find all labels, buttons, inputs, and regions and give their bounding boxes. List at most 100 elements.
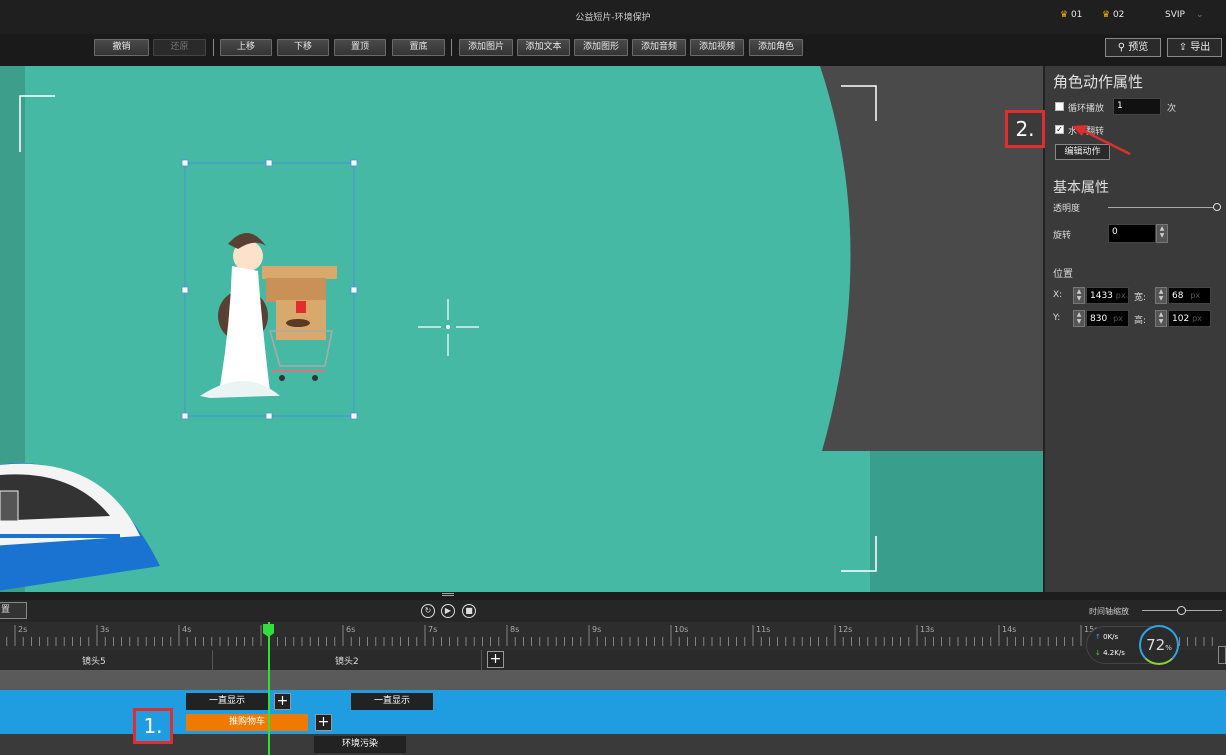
role-track: 一直显示 + 一直显示 推购物车 + bbox=[0, 690, 1226, 734]
to-bottom-button[interactable]: 置底 bbox=[392, 39, 445, 56]
annotation-step-2: 2. bbox=[1005, 110, 1045, 148]
download-arrow-icon: ↓ bbox=[1095, 649, 1101, 657]
divider-grip-icon[interactable] bbox=[442, 593, 454, 596]
width-value: 68 bbox=[1172, 291, 1184, 301]
y-spinner[interactable]: ▲ ▼ bbox=[1073, 310, 1085, 327]
x-input[interactable]: 1433 px bbox=[1086, 287, 1129, 304]
export-button[interactable]: ⇪ 导出 bbox=[1167, 38, 1222, 57]
add-clip-button-1[interactable]: + bbox=[274, 693, 291, 710]
x-spinner[interactable]: ▲ ▼ bbox=[1073, 287, 1085, 304]
shot-track: 镜头5 镜头2 + bbox=[0, 650, 1226, 670]
add-shape-button[interactable]: 添加图形 bbox=[574, 39, 628, 56]
move-down-button[interactable]: 下移 bbox=[277, 39, 329, 56]
canvas-drawing bbox=[0, 66, 1043, 592]
x-value: 1433 bbox=[1090, 291, 1113, 301]
y-label: Y: bbox=[1053, 313, 1061, 323]
gauge-value: 72 bbox=[1146, 636, 1166, 654]
vip-label[interactable]: SVIP bbox=[1165, 10, 1185, 20]
ruler-tick-label: 12s bbox=[838, 625, 853, 634]
opacity-slider-handle[interactable] bbox=[1213, 203, 1221, 211]
time-ruler[interactable]: 2s3s4s5s6s7s8s9s10s11s12s13s14s15s bbox=[0, 622, 1226, 650]
add-shot-button[interactable]: + bbox=[487, 651, 504, 668]
add-image-button[interactable]: 添加图片 bbox=[459, 39, 513, 56]
rotate-spinner[interactable]: ▲ ▼ bbox=[1156, 224, 1168, 243]
height-input[interactable]: 102 px bbox=[1168, 310, 1211, 327]
export-label: 导出 bbox=[1190, 42, 1211, 53]
ruler-tick-label: 8s bbox=[510, 625, 520, 634]
ruler-tick-label: 13s bbox=[920, 625, 935, 634]
play-icon[interactable]: ▶ bbox=[441, 604, 455, 618]
x-unit: px bbox=[1115, 291, 1126, 300]
badge-2: ♛ 02 bbox=[1102, 10, 1124, 20]
timeline-controls: 置 ↻ ▶ ■ 时间轴缩放 bbox=[0, 600, 1226, 622]
preview-button[interactable]: ⚲ 预览 bbox=[1105, 38, 1161, 57]
badge-2-count: 02 bbox=[1112, 10, 1125, 20]
height-spinner[interactable]: ▲ ▼ bbox=[1155, 310, 1167, 327]
opacity-slider-track[interactable] bbox=[1108, 207, 1218, 208]
annotation-step-1: 1. bbox=[133, 708, 173, 744]
chevron-down-icon[interactable]: ⌄ bbox=[1196, 10, 1204, 20]
basic-properties-title: 基本属性 bbox=[1053, 180, 1109, 196]
shot-clip-a[interactable] bbox=[0, 650, 213, 670]
add-clip-button-2[interactable]: + bbox=[315, 714, 332, 731]
toolbar: 撤销 还原 上移 下移 置顶 置底 添加图片 添加文本 添加图形 添加音频 添加… bbox=[0, 34, 1226, 66]
always-show-clip-1[interactable]: 一直显示 bbox=[186, 693, 268, 710]
position-title: 位置 bbox=[1053, 269, 1073, 280]
always-show-clip-2[interactable]: 一直显示 bbox=[351, 693, 433, 710]
timeline-scrollbar[interactable] bbox=[1218, 646, 1226, 664]
loop-play-checkbox[interactable] bbox=[1055, 102, 1064, 111]
preview-label: 预览 bbox=[1128, 42, 1149, 53]
upload-value: 0K/s bbox=[1103, 633, 1119, 641]
stop-icon[interactable]: ■ bbox=[462, 604, 476, 618]
y-input[interactable]: 830 px bbox=[1086, 310, 1129, 327]
gauge-unit: % bbox=[1165, 644, 1172, 652]
ruler-tick-label: 11s bbox=[756, 625, 771, 634]
width-spinner[interactable]: ▲ ▼ bbox=[1155, 287, 1167, 304]
redo-button[interactable]: 还原 bbox=[153, 39, 206, 56]
panel-divider[interactable] bbox=[0, 592, 1226, 600]
role-action-title: 角色动作属性 bbox=[1053, 73, 1144, 91]
replay-icon[interactable]: ↻ bbox=[421, 604, 435, 618]
playhead[interactable] bbox=[268, 622, 270, 755]
reset-button[interactable]: 置 bbox=[0, 602, 27, 619]
download-value: 4.2K/s bbox=[1103, 649, 1125, 657]
horizontal-flip-checkbox[interactable]: ✓ bbox=[1055, 125, 1064, 134]
add-text-button[interactable]: 添加文本 bbox=[517, 39, 570, 56]
move-up-button[interactable]: 上移 bbox=[220, 39, 272, 56]
height-value: 102 bbox=[1172, 314, 1190, 324]
track-row-gray bbox=[0, 670, 1226, 690]
add-role-button[interactable]: 添加角色 bbox=[749, 39, 803, 56]
y-value: 830 bbox=[1090, 314, 1108, 324]
loop-count-input[interactable]: 1 bbox=[1113, 98, 1161, 115]
search-icon: ⚲ bbox=[1117, 42, 1126, 53]
ruler-tick-label: 9s bbox=[592, 625, 602, 634]
loop-play-label: 循环播放 bbox=[1068, 104, 1105, 114]
push-cart-clip[interactable]: 推购物车 bbox=[186, 714, 308, 731]
to-top-button[interactable]: 置顶 bbox=[334, 39, 386, 56]
badge-1-count: 01 bbox=[1070, 10, 1083, 20]
ruler-tick-label: 6s bbox=[346, 625, 356, 634]
width-label: 宽: bbox=[1134, 293, 1147, 303]
add-audio-button[interactable]: 添加音频 bbox=[632, 39, 686, 56]
crown-icon: ♛ bbox=[1102, 10, 1111, 20]
upload-arrow-icon: ↑ bbox=[1095, 633, 1101, 641]
add-video-button[interactable]: 添加视频 bbox=[690, 39, 744, 56]
ruler-tick-label: 7s bbox=[428, 625, 438, 634]
canvas-stage[interactable] bbox=[0, 66, 1043, 592]
undo-button[interactable]: 撤销 bbox=[94, 39, 149, 56]
rotate-input[interactable]: 0 bbox=[1108, 224, 1156, 243]
ruler-tick-label: 2s bbox=[18, 625, 28, 634]
x-label: X: bbox=[1053, 290, 1063, 300]
toolbar-separator bbox=[451, 39, 452, 56]
network-widget: ↑ 0K/s ↓ 4.2K/s 72% bbox=[1086, 625, 1179, 665]
width-input[interactable]: 68 px bbox=[1168, 287, 1211, 304]
download-speed: ↓ 4.2K/s bbox=[1095, 649, 1125, 657]
zoom-slider-handle[interactable] bbox=[1177, 606, 1186, 615]
height-label: 高: bbox=[1134, 316, 1147, 326]
window-title: 公益短片-环境保护 bbox=[575, 13, 651, 23]
opacity-label: 透明度 bbox=[1053, 204, 1081, 214]
export-icon: ⇪ bbox=[1178, 42, 1188, 53]
track-row-bottom: 环境污染 bbox=[0, 734, 1226, 755]
memory-gauge[interactable]: 72% bbox=[1139, 625, 1179, 665]
pollution-clip[interactable]: 环境污染 bbox=[314, 736, 406, 753]
